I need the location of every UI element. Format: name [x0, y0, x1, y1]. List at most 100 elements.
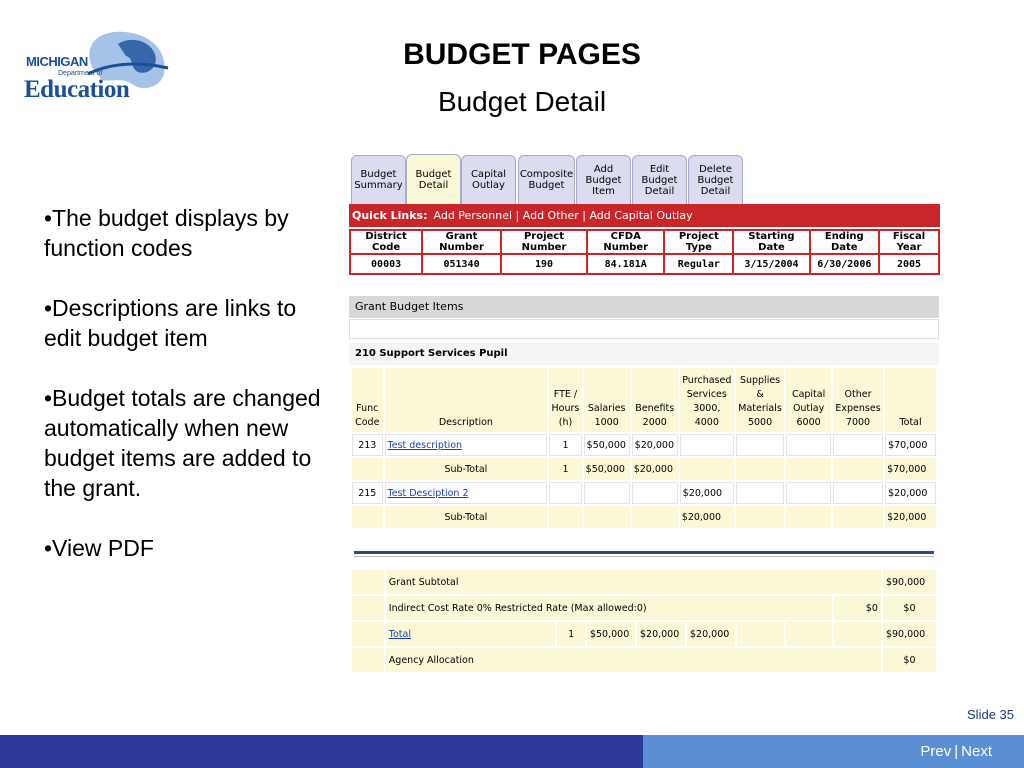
cell: [786, 482, 831, 504]
prev-link[interactable]: Prev: [920, 743, 951, 760]
cell: [786, 434, 831, 456]
subtotal-row: Sub-Total 1 $50,000 $20,000 $70,000: [352, 458, 936, 480]
grant-budget-items-heading: Grant Budget Items: [349, 296, 939, 318]
subtotal-label: Sub-Total: [384, 458, 548, 480]
bullet-item: •View PDF: [44, 535, 154, 561]
grant-subtotal-label: Grant Subtotal: [385, 570, 881, 594]
cell: 1: [549, 434, 582, 456]
cell: 1: [557, 622, 585, 646]
bullet-list: •The budget displays by function codes •…: [44, 203, 329, 593]
col-header: Description: [384, 368, 548, 432]
cell: $20,000: [631, 434, 678, 456]
info-value: 190: [499, 253, 589, 275]
cell: $50,000: [583, 458, 630, 480]
info-header: Ending Date: [808, 229, 881, 255]
bullet-item: •Descriptions are links to edit budget i…: [44, 295, 297, 351]
cell: 1: [549, 458, 582, 480]
subtotal-row: Sub-Total $20,000 $20,000: [352, 506, 936, 528]
col-header: Benefits 2000: [631, 368, 678, 432]
nav-separator: |: [954, 743, 959, 760]
page-subtitle: Budget Detail: [437, 86, 607, 117]
cell: $90,000: [882, 622, 936, 646]
col-header: Func Code: [352, 368, 383, 432]
tab-composite-budget[interactable]: Composite Budget: [518, 155, 575, 204]
cell: [832, 458, 884, 480]
page-title: BUDGET PAGES: [403, 38, 641, 71]
info-value: 051340: [421, 253, 502, 275]
cell: $50,000: [586, 622, 635, 646]
subtotal-label: Sub-Total: [384, 506, 548, 528]
cell: [832, 482, 884, 504]
cell: $20,000: [885, 506, 936, 528]
next-link[interactable]: Next: [961, 743, 992, 760]
info-value: Regular: [663, 253, 735, 275]
func-code: [352, 506, 383, 528]
tab-budget-summary[interactable]: Budget Summary: [351, 155, 406, 204]
footer-bar: [0, 735, 643, 768]
tab-capital-outlay[interactable]: Capital Outlay: [461, 155, 516, 204]
col-header: FTE / Hours (h): [549, 368, 582, 432]
info-header: Project Type: [663, 229, 735, 255]
info-header: Starting Date: [732, 229, 811, 255]
info-value: 00003: [348, 253, 424, 275]
cell: [549, 482, 582, 504]
col-header: Total: [885, 368, 936, 432]
budget-items-table: Func Code Description FTE / Hours (h) Sa…: [350, 366, 938, 530]
cell: $20,000: [679, 506, 734, 528]
col-header: Supplies & Materials 5000: [735, 368, 785, 432]
description-link[interactable]: Test description: [388, 440, 463, 451]
bullet-item: •Budget totals are changed automatically…: [44, 385, 321, 501]
tab-delete-budget-detail[interactable]: Delete Budget Detail: [688, 155, 743, 204]
func-code: 215: [352, 482, 383, 504]
section-heading: 210 Support Services Pupil: [349, 343, 939, 365]
divider: [354, 556, 934, 557]
info-value: 84.181A: [586, 253, 666, 275]
cell: [786, 458, 831, 480]
cell: [549, 506, 582, 528]
table-row: 213 Test description 1 $50,000 $20,000 $…: [352, 434, 936, 456]
agency-allocation-label: Agency Allocation: [385, 648, 881, 672]
info-header: CFDA Number: [586, 229, 666, 255]
cell: [735, 506, 785, 528]
blank-row: [349, 319, 939, 339]
indirect-total: $0: [882, 596, 936, 620]
col-header: Other Expenses 7000: [832, 368, 884, 432]
info-value: 2005: [878, 253, 940, 275]
func-code: 213: [352, 434, 383, 456]
cell: $50,000: [583, 434, 630, 456]
func-code: [352, 458, 383, 480]
description-link[interactable]: Test Desciption 2: [388, 488, 469, 499]
slide-number: Slide 35: [967, 707, 1014, 722]
grant-subtotal-row: Grant Subtotal $90,000: [352, 570, 936, 594]
cell: [631, 506, 678, 528]
cell: [583, 482, 630, 504]
agency-allocation-value: $0: [882, 648, 936, 672]
info-value: 3/15/2004: [732, 253, 811, 275]
totals-table: Grant Subtotal $90,000 Indirect Cost Rat…: [350, 568, 938, 674]
cell: [631, 482, 678, 504]
cell: $70,000: [885, 434, 936, 456]
grant-info-table: District Code Grant Number Project Numbe…: [348, 229, 940, 275]
total-link[interactable]: Total: [389, 629, 411, 640]
info-header: Project Number: [499, 229, 589, 255]
tab-add-budget-item[interactable]: Add Budget Item: [576, 155, 631, 204]
col-header: Purchased Services 3000, 4000: [679, 368, 734, 432]
indirect-other: $0: [834, 596, 881, 620]
cell: [583, 506, 630, 528]
cell: $70,000: [885, 458, 936, 480]
quick-links[interactable]: Add Personnel | Add Other | Add Capital …: [434, 209, 693, 222]
cell: $20,000: [636, 622, 685, 646]
divider: [354, 551, 934, 554]
cell: [832, 506, 884, 528]
grant-subtotal-value: $90,000: [882, 570, 936, 594]
cell: [786, 506, 831, 528]
table-row: 215 Test Desciption 2 $20,000 $20,000: [352, 482, 936, 504]
cell: [832, 434, 884, 456]
cell: [679, 434, 734, 456]
cell: [735, 434, 785, 456]
tab-budget-detail[interactable]: Budget Detail: [406, 154, 461, 205]
info-header: Grant Number: [421, 229, 502, 255]
cell: $20,000: [631, 458, 678, 480]
indirect-cost-label: Indirect Cost Rate 0% Restricted Rate (M…: [385, 596, 833, 620]
tab-edit-budget-detail[interactable]: Edit Budget Detail: [632, 155, 687, 204]
